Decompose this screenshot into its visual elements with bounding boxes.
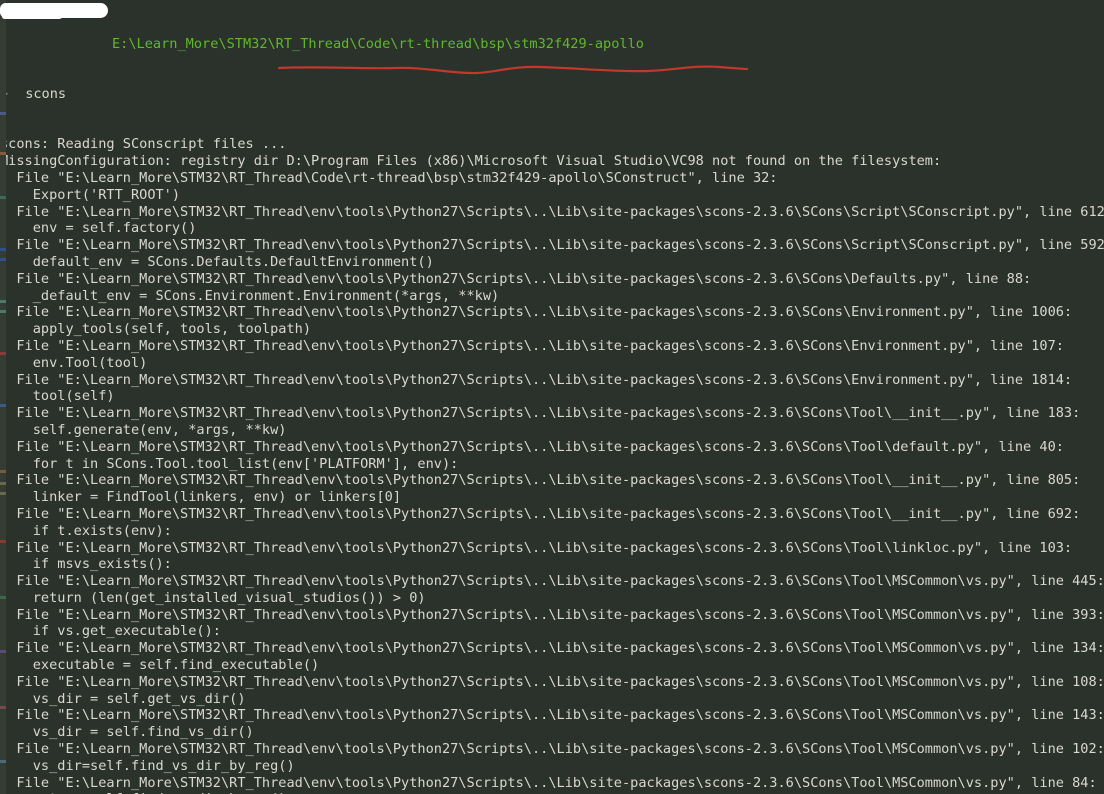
gutter-mark	[0, 470, 6, 473]
terminal-line: File "E:\Learn_More\STM32\RT_Thread\env\…	[0, 405, 1104, 422]
terminal-line: File "E:\Learn_More\STM32\RT_Thread\env\…	[0, 472, 1104, 489]
terminal-line: for t in SCons.Tool.tool_list(env['PLATF…	[0, 456, 1104, 473]
terminal-line: vs_dir=self.find_vs_dir_by_reg()	[0, 758, 1104, 775]
gutter-mark	[0, 352, 6, 355]
gutter-mark	[0, 760, 6, 763]
command-line: >scons	[0, 86, 1104, 103]
terminal-line: linker = FindTool(linkers, env) or linke…	[0, 489, 1104, 506]
terminal-line: File "E:\Learn_More\STM32\RT_Thread\env\…	[0, 372, 1104, 389]
gutter-mark	[0, 492, 6, 495]
terminal-line: if t.exists(env):	[0, 523, 1104, 540]
terminal-line: File "E:\Learn_More\STM32\RT_Thread\env\…	[0, 304, 1104, 321]
terminal-line: File "E:\Learn_More\STM32\RT_Thread\env\…	[0, 506, 1104, 523]
gutter-mark	[0, 706, 6, 709]
terminal-line: File "E:\Learn_More\STM32\RT_Thread\env\…	[0, 204, 1104, 221]
gutter-mark	[0, 248, 6, 251]
gutter-mark	[0, 112, 6, 115]
command-text: scons	[25, 86, 66, 102]
terminal-line: return (len(get_installed_visual_studios…	[0, 590, 1104, 607]
terminal-line: Export('RTT_ROOT')	[0, 187, 1104, 204]
terminal-line: self.generate(env, *args, **kw)	[0, 422, 1104, 439]
gutter-mark	[0, 258, 6, 261]
terminal-line: env = self.factory()	[0, 220, 1104, 237]
gutter-mark	[0, 196, 6, 199]
prompt-path: E:\Learn_More\STM32\RT_Thread\Code\rt-th…	[112, 36, 644, 52]
terminal-line: tool(self)	[0, 388, 1104, 405]
gutter-mark	[0, 152, 6, 155]
gutter-mark	[0, 310, 6, 313]
terminal-line: vs_dir = self.get_vs_dir()	[0, 691, 1104, 708]
terminal-line: File "E:\Learn_More\STM32\RT_Thread\env\…	[0, 707, 1104, 724]
terminal-window[interactable]: E:\Learn_More\STM32\RT_Thread\Code\rt-th…	[0, 0, 1104, 794]
terminal-line: File "E:\Learn_More\STM32\RT_Thread\env\…	[0, 640, 1104, 657]
terminal-line: File "E:\Learn_More\STM32\RT_Thread\env\…	[0, 573, 1104, 590]
terminal-line: _default_env = SCons.Environment.Environ…	[0, 288, 1104, 305]
terminal-line: if msvs_exists():	[0, 556, 1104, 573]
terminal-line: File "E:\Learn_More\STM32\RT_Thread\env\…	[0, 741, 1104, 758]
terminal-line: File "E:\Learn_More\STM32\RT_Thread\env\…	[0, 607, 1104, 624]
gutter-mark	[0, 596, 6, 599]
editor-minimap-gutter[interactable]	[0, 0, 6, 794]
gutter-mark	[0, 650, 6, 653]
terminal-line: scons: Reading SConscript files ...	[0, 136, 1104, 153]
terminal-line: File "E:\Learn_More\STM32\RT_Thread\env\…	[0, 775, 1104, 792]
terminal-line: MissingConfiguration: registry dir D:\Pr…	[0, 153, 1104, 170]
terminal-line: apply_tools(self, tools, toolpath)	[0, 321, 1104, 338]
terminal-line: File "E:\Learn_More\STM32\RT_Thread\env\…	[0, 439, 1104, 456]
terminal-line: default_env = SCons.Defaults.DefaultEnvi…	[0, 254, 1104, 271]
gutter-mark	[0, 300, 6, 303]
gutter-mark	[0, 540, 6, 543]
terminal-line: executable = self.find_executable()	[0, 657, 1104, 674]
terminal-line: File "E:\Learn_More\STM32\RT_Thread\env\…	[0, 237, 1104, 254]
terminal-output: E:\Learn_More\STM32\RT_Thread\Code\rt-th…	[0, 2, 1104, 794]
terminal-line: File "E:\Learn_More\STM32\RT_Thread\env\…	[0, 271, 1104, 288]
terminal-line: File "E:\Learn_More\STM32\RT_Thread\env\…	[0, 338, 1104, 355]
terminal-line: env.Tool(tool)	[0, 355, 1104, 372]
redaction-blob	[0, 3, 108, 18]
gutter-mark	[0, 404, 6, 407]
gutter-mark	[0, 482, 6, 485]
prompt-line: E:\Learn_More\STM32\RT_Thread\Code\rt-th…	[0, 36, 1104, 53]
terminal-line: File "E:\Learn_More\STM32\RT_Thread\env\…	[0, 540, 1104, 557]
terminal-line: File "E:\Learn_More\STM32\RT_Thread\env\…	[0, 674, 1104, 691]
terminal-line: vs_dir = self.find_vs_dir()	[0, 724, 1104, 741]
terminal-line: File "E:\Learn_More\STM32\RT_Thread\Code…	[0, 170, 1104, 187]
terminal-line: if vs.get_executable():	[0, 623, 1104, 640]
